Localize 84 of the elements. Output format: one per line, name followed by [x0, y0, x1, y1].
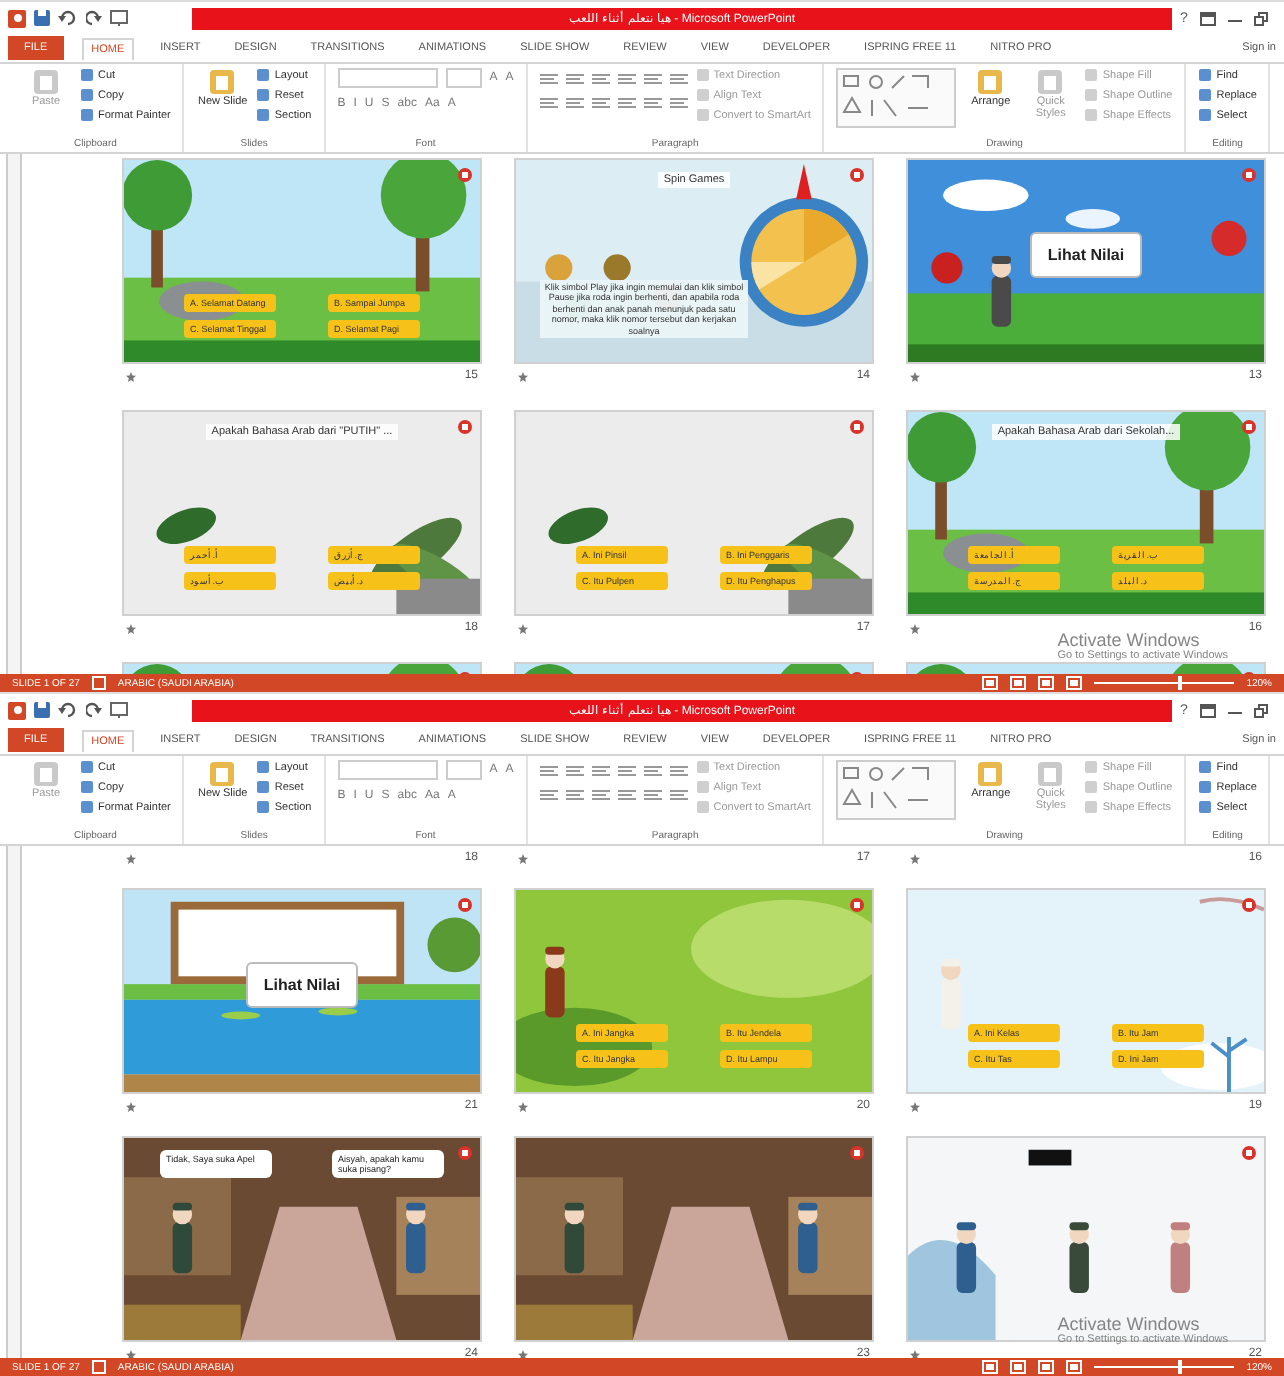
transition-icon [518, 371, 528, 381]
undo-icon[interactable] [58, 10, 78, 26]
ribbon-display-icon[interactable] [1199, 703, 1216, 717]
zoom-thumb[interactable] [1178, 676, 1183, 690]
round-icon [1242, 1146, 1256, 1160]
activation-notice: Activate Windows [1057, 1314, 1202, 1334]
scrollbar[interactable] [6, 846, 22, 1358]
paragraph-icon[interactable] [591, 788, 610, 802]
restore-icon[interactable] [1253, 703, 1268, 717]
paragraph-icon[interactable] [591, 764, 610, 778]
shapes-gallery[interactable] [836, 68, 957, 128]
round-icon [1242, 898, 1256, 912]
score-sign[interactable]: Lihat Nilai [1029, 232, 1143, 278]
paragraph-icon[interactable] [617, 96, 636, 110]
round-icon [458, 1146, 472, 1160]
paragraph-icon[interactable] [643, 96, 662, 110]
paragraph-icon[interactable] [539, 96, 558, 110]
score-sign[interactable]: Lihat Nilai [245, 962, 359, 1008]
paragraph-icon[interactable] [669, 72, 688, 86]
transition-icon [126, 853, 136, 863]
font-size-field[interactable] [445, 68, 482, 88]
transition-icon [126, 1101, 136, 1111]
round-icon [1242, 168, 1256, 182]
zoom-thumb[interactable] [1178, 1360, 1183, 1374]
paragraph-icon[interactable] [539, 72, 558, 86]
paragraph-icon[interactable] [617, 72, 636, 86]
transition-icon [126, 623, 136, 633]
paragraph-icon[interactable] [643, 788, 662, 802]
paragraph-icon[interactable] [669, 96, 688, 110]
paragraph-icon[interactable] [565, 72, 584, 86]
transition-icon [910, 853, 920, 863]
slide-thumbnail[interactable]: Lihat Nilai [906, 158, 1266, 364]
round-icon [458, 168, 472, 182]
slide-icon [976, 760, 1005, 788]
redo-icon[interactable] [86, 10, 102, 26]
ribbon-display-icon[interactable] [1199, 11, 1216, 25]
paragraph-icon[interactable] [643, 72, 662, 86]
paragraph-icon[interactable] [669, 764, 688, 778]
paragraph-icon[interactable] [565, 788, 584, 802]
shapes-gallery[interactable] [836, 760, 957, 820]
font-name-field[interactable] [337, 760, 438, 780]
paragraph-icon[interactable] [669, 788, 688, 802]
paragraph-icon[interactable] [565, 764, 584, 778]
slide-icon [208, 68, 237, 96]
paragraph-icon[interactable] [565, 96, 584, 110]
transition-icon [126, 371, 136, 381]
powerpoint-icon[interactable] [8, 9, 26, 27]
slide-icon [976, 68, 1005, 96]
slide-thumbnail[interactable]: Lihat Nilai [122, 888, 482, 1094]
font-name-field[interactable] [337, 68, 438, 88]
font-size-field[interactable] [445, 760, 482, 780]
paragraph-icon[interactable] [591, 96, 610, 110]
activation-notice: Activate Windows [1057, 630, 1202, 650]
slideshow-icon[interactable] [110, 702, 128, 718]
transition-icon [518, 1101, 528, 1111]
redo-icon[interactable] [86, 702, 102, 718]
slideshow-icon[interactable] [110, 10, 128, 26]
save-icon[interactable] [34, 702, 50, 718]
powerpoint-icon[interactable] [8, 701, 26, 719]
paragraph-icon[interactable] [539, 764, 558, 778]
transition-icon [910, 1101, 920, 1111]
slide-icon [208, 760, 237, 788]
notes-icon[interactable] [91, 1360, 106, 1374]
transition-icon [910, 371, 920, 381]
paragraph-icon[interactable] [539, 788, 558, 802]
transition-icon [518, 853, 528, 863]
paragraph-icon[interactable] [643, 764, 662, 778]
round-icon [458, 420, 472, 434]
undo-icon[interactable] [58, 702, 78, 718]
round-icon [850, 1146, 864, 1160]
paragraph-icon[interactable] [617, 788, 636, 802]
round-icon [850, 898, 864, 912]
save-icon[interactable] [34, 10, 50, 26]
transition-icon [910, 623, 920, 633]
paragraph-icon[interactable] [617, 764, 636, 778]
round-icon [850, 168, 864, 182]
notes-icon[interactable] [91, 676, 106, 690]
round-icon [850, 420, 864, 434]
restore-icon[interactable] [1253, 11, 1268, 25]
paragraph-icon[interactable] [591, 72, 610, 86]
scrollbar[interactable] [6, 154, 22, 674]
round-icon [458, 898, 472, 912]
round-icon [1242, 420, 1256, 434]
transition-icon [518, 623, 528, 633]
